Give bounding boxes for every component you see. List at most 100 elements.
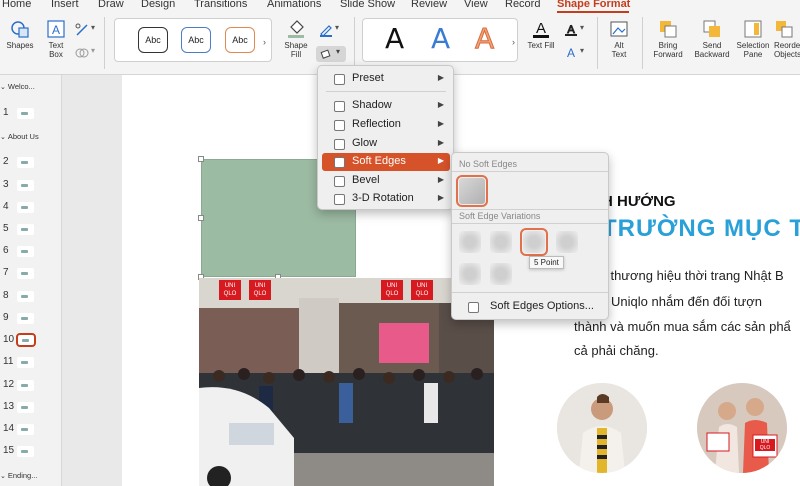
slide-thumbnail-selected[interactable]	[16, 333, 36, 347]
shape-style-option[interactable]: Abc	[225, 27, 255, 53]
menu-separator	[452, 292, 608, 293]
slide-subheading[interactable]: TRƯỜNG MỤC T	[602, 215, 800, 243]
send-backward-button[interactable]: Send Backward	[690, 19, 734, 59]
edit-shape-icon[interactable]	[75, 23, 89, 37]
body-text-line[interactable]: ới Uniqlo nhắm đến đối tượn	[596, 294, 762, 309]
wordart-style-option[interactable]: A	[385, 21, 404, 57]
reorder-objects-button[interactable]: Reorder Objects	[774, 19, 800, 59]
tab-transitions[interactable]: Transitions	[194, 0, 247, 10]
menu-item-soft-edges[interactable]: Soft Edges ▶	[322, 153, 450, 171]
wordart-style-option[interactable]: A	[474, 21, 494, 57]
text-effects-icon[interactable]: A	[564, 45, 578, 59]
shape-outline-chevron-icon[interactable]: ▾	[335, 23, 339, 32]
wordart-style-option[interactable]: A	[431, 21, 450, 57]
slide-thumbnail[interactable]	[17, 380, 34, 391]
shape-effects-button[interactable]: ▾	[316, 46, 346, 62]
shapes-button[interactable]: Shapes	[4, 19, 36, 50]
resize-handle[interactable]	[198, 215, 204, 221]
shape-fill-button[interactable]: Shape Fill	[280, 19, 312, 59]
shape-effects-menu: Preset ▶ Shadow ▶ Reflection ▶ Glow ▶ Soft E…	[317, 65, 454, 210]
menu-item-reflection[interactable]: Reflection ▶	[322, 116, 450, 134]
resize-handle[interactable]	[198, 156, 204, 162]
soft-edge-variation-option[interactable]	[459, 263, 481, 285]
uniqlo-bag-label: UNI QLO	[755, 439, 775, 451]
slide-heading[interactable]: H HƯỚNG	[602, 193, 676, 210]
tab-insert[interactable]: Insert	[51, 0, 79, 10]
tab-slide-show[interactable]: Slide Show	[340, 0, 395, 10]
slide-thumbnail-panel[interactable]: ⌄ Welco... 1 ⌄ About Us 2 3 4 5 6 7 8 9 10…	[0, 75, 62, 486]
wordart-gallery: A A A ›	[362, 18, 518, 62]
wordart-more-chevron-icon[interactable]: ›	[512, 37, 515, 47]
slide-thumbnail[interactable]	[17, 108, 34, 119]
menu-item-bevel[interactable]: Bevel ▶	[322, 172, 450, 190]
shape-style-option[interactable]: Abc	[138, 27, 168, 53]
soft-edge-variation-option[interactable]	[490, 231, 512, 253]
soft-edges-options-item[interactable]: Soft Edges Options...	[456, 298, 606, 316]
slide-thumbnail[interactable]	[17, 268, 34, 279]
slide-thumbnail[interactable]	[17, 424, 34, 435]
selection-pane-button[interactable]: Selection Pane	[734, 19, 772, 59]
bring-forward-button[interactable]: Bring Forward	[648, 19, 688, 59]
slide-thumbnail[interactable]	[17, 202, 34, 213]
text-box-button[interactable]: A Text Box	[42, 19, 70, 59]
body-text-line[interactable]: ột thương hiệu thời trang Nhật B	[596, 268, 784, 283]
text-outline-chevron-icon[interactable]: ▾	[580, 23, 584, 32]
body-text-line[interactable]: thành và muốn mua sắm các sản phẩ	[574, 319, 791, 334]
shape-style-option[interactable]: Abc	[181, 27, 211, 53]
merge-shapes-chevron-icon[interactable]: ▾	[91, 46, 95, 55]
tab-draw[interactable]: Draw	[98, 0, 124, 10]
alt-text-button[interactable]: Alt Text	[604, 19, 634, 59]
slide-thumbnail[interactable]	[17, 291, 34, 302]
no-soft-edges-option[interactable]	[456, 175, 488, 207]
tab-shape-format[interactable]: Shape Format	[557, 0, 630, 10]
customer-photo-2[interactable]: UNI QLO	[697, 383, 787, 473]
slide-thumbnail[interactable]	[17, 157, 34, 168]
soft-edge-variation-option[interactable]	[459, 231, 481, 253]
body-text-line[interactable]: cả phải chăng.	[574, 343, 659, 358]
tab-design[interactable]: Design	[141, 0, 175, 10]
soft-edge-variation-5pt[interactable]	[520, 228, 548, 256]
menu-item-3d-rotation[interactable]: 3-D Rotation ▶	[322, 190, 450, 208]
store-photo[interactable]: UNI QLO UNI QLO UNI QLO UNI QLO	[199, 278, 494, 486]
tab-animations[interactable]: Animations	[267, 0, 321, 10]
menu-separator	[452, 223, 608, 224]
menu-item-preset[interactable]: Preset ▶	[322, 70, 450, 88]
text-effects-chevron-icon[interactable]: ▾	[580, 46, 584, 55]
slide-thumbnail[interactable]	[17, 313, 34, 324]
slide-thumbnail[interactable]	[17, 357, 34, 368]
ribbon-tabs: Home Insert Draw Design Transitions Anim…	[0, 0, 800, 13]
slide-thumbnail[interactable]	[17, 180, 34, 191]
slide-thumbnail[interactable]	[17, 446, 34, 457]
tab-view[interactable]: View	[464, 0, 488, 10]
person-icon	[557, 383, 647, 473]
uniqlo-sign: UNI QLO	[219, 280, 241, 300]
text-fill-button[interactable]: A Text Fill	[524, 19, 558, 50]
text-outline-icon[interactable]: A	[564, 22, 578, 36]
menu-separator	[452, 171, 608, 172]
submenu-arrow-icon: ▶	[437, 175, 444, 184]
slide-thumbnail[interactable]	[17, 402, 34, 413]
section-header[interactable]: ⌄ About Us	[0, 132, 39, 141]
chevron-down-icon: ⌄	[0, 134, 6, 141]
gallery-more-chevron-icon[interactable]: ›	[263, 37, 266, 47]
tab-record[interactable]: Record	[505, 0, 540, 10]
section-header[interactable]: ⌄ Ending...	[0, 471, 37, 480]
tab-review[interactable]: Review	[411, 0, 447, 10]
soft-edge-variation-option[interactable]	[490, 263, 512, 285]
bring-forward-icon	[660, 21, 677, 38]
customer-photo-1[interactable]	[557, 383, 647, 473]
slide-thumbnail[interactable]	[17, 224, 34, 235]
reflection-icon	[334, 120, 345, 131]
slide-number: 6	[3, 245, 9, 256]
merge-shapes-icon[interactable]	[75, 46, 89, 60]
menu-item-glow[interactable]: Glow ▶	[322, 135, 450, 153]
tab-home[interactable]: Home	[2, 0, 31, 10]
section-header[interactable]: ⌄ Welco...	[0, 82, 35, 91]
shape-outline-icon[interactable]	[319, 23, 333, 37]
selection-pane-icon	[744, 20, 762, 38]
edit-shape-chevron-icon[interactable]: ▾	[91, 23, 95, 32]
slide-number: 3	[3, 179, 9, 190]
slide-thumbnail[interactable]	[17, 246, 34, 257]
soft-edge-variation-option[interactable]	[556, 231, 578, 253]
menu-item-shadow[interactable]: Shadow ▶	[322, 97, 450, 115]
